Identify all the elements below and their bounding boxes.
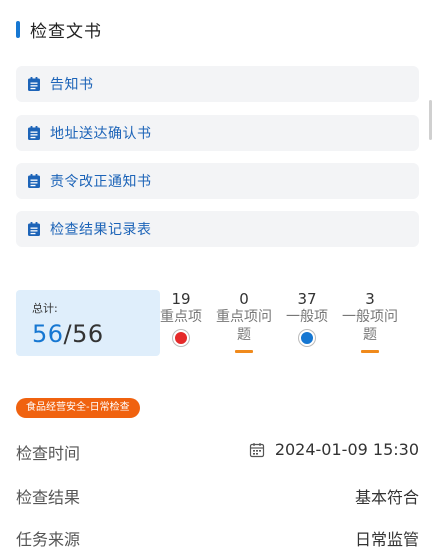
detail-value: 日常监管: [354, 530, 419, 549]
document-icon: [28, 174, 40, 188]
detail-value: 基本符合: [354, 488, 419, 507]
stat-count: 3: [365, 290, 375, 308]
document-button-address-confirmation[interactable]: 地址送达确认书: [16, 115, 419, 151]
stat-count: 19: [171, 290, 191, 308]
document-button-inspection-record[interactable]: 检查结果记录表: [16, 211, 419, 247]
stat-count: 0: [239, 290, 249, 308]
document-icon: [28, 77, 40, 91]
detail-value-wrap: 2024-01-09 15:30: [249, 440, 419, 459]
total-done: 56: [32, 320, 64, 348]
total-all: 56: [72, 320, 104, 348]
stat-count: 37: [297, 290, 317, 308]
detail-row-task-source: 任务来源 日常监管: [16, 526, 419, 552]
stat-key-items[interactable]: 19 重点项: [151, 290, 211, 346]
calendar-icon: [249, 442, 264, 457]
detail-value: 2024-01-09 15:30: [274, 440, 419, 459]
document-icon: [28, 126, 40, 140]
document-label: 告知书: [50, 77, 94, 93]
document-label: 责令改正通知书: [50, 174, 152, 190]
stat-key-item-issues[interactable]: 0 重点项问题: [214, 290, 274, 353]
document-button-notice[interactable]: 告知书: [16, 66, 419, 102]
document-label: 检查结果记录表: [50, 222, 152, 238]
document-button-rectification-notice[interactable]: 责令改正通知书: [16, 163, 419, 199]
section-header: 检查文书: [16, 16, 102, 42]
orange-dash-icon: [361, 350, 379, 353]
stat-label: 重点项问题: [216, 309, 272, 343]
detail-key: 检查时间: [16, 444, 81, 463]
total-label: 总计:: [32, 302, 58, 315]
stat-general-items[interactable]: 37 一般项: [277, 290, 337, 346]
detail-row-inspection-time: 检查时间 2024-01-09 15:30: [16, 440, 419, 466]
total-value: 56/56: [32, 320, 160, 348]
detail-key: 任务来源: [16, 530, 81, 549]
section-title: 检查文书: [30, 21, 102, 42]
document-label: 地址送达确认书: [50, 126, 152, 142]
red-dot-icon: [173, 330, 189, 346]
blue-dot-icon: [299, 330, 315, 346]
detail-key: 检查结果: [16, 488, 81, 507]
orange-dash-icon: [235, 350, 253, 353]
document-icon: [28, 222, 40, 236]
inspection-type-tag: 食品经营安全-日常检查: [16, 398, 140, 418]
total-separator: /: [63, 320, 73, 348]
stat-label: 重点项: [160, 309, 202, 325]
detail-row-inspection-result: 检查结果 基本符合: [16, 484, 419, 510]
total-summary-card: 总计: 56/56: [16, 290, 160, 356]
stat-label: 一般项: [286, 309, 328, 325]
section-accent-bar: [16, 20, 20, 38]
stat-general-item-issues[interactable]: 3 一般项问题: [340, 290, 400, 353]
scrollbar[interactable]: [429, 100, 432, 140]
stat-label: 一般项问题: [342, 309, 398, 343]
